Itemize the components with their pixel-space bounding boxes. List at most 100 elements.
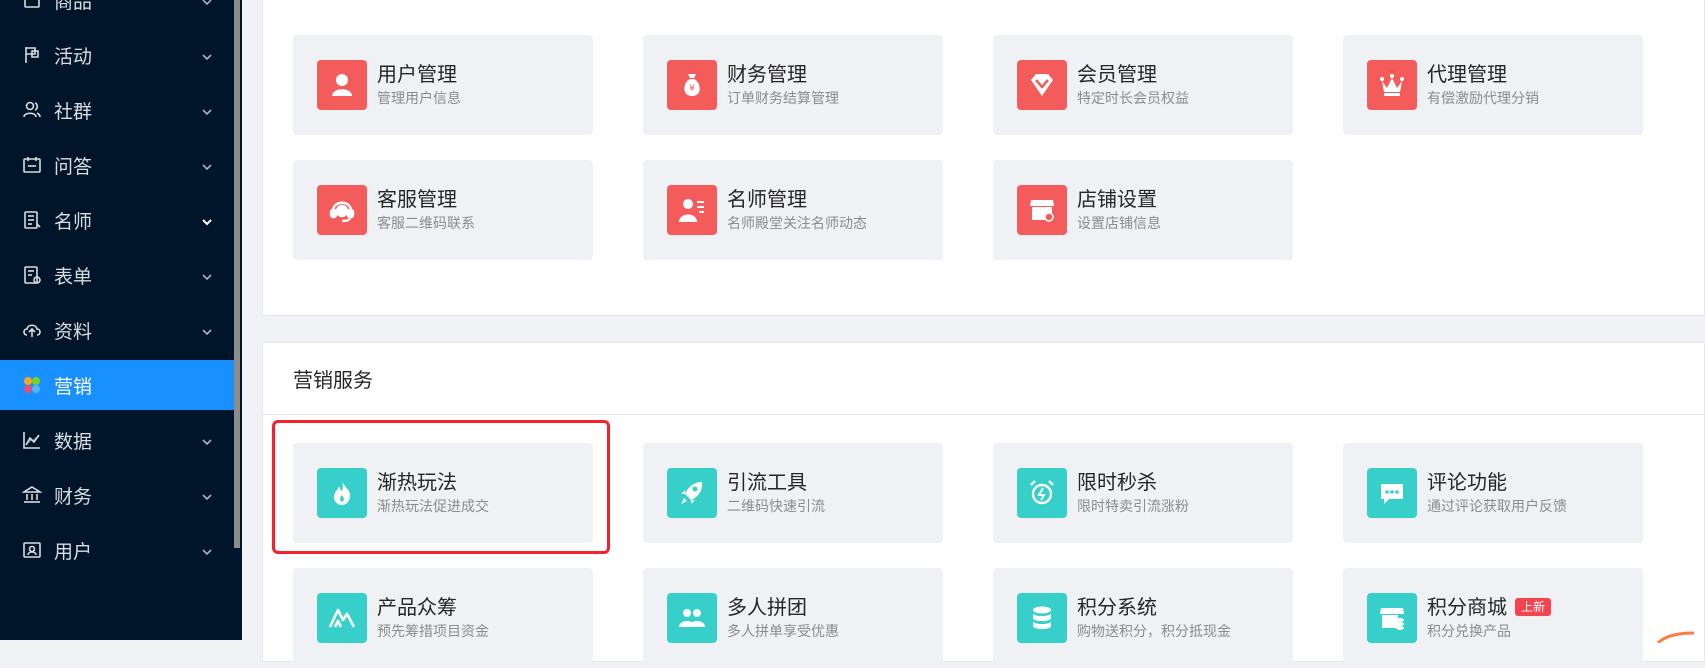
chevron-down-icon bbox=[200, 542, 214, 556]
users-icon bbox=[22, 100, 42, 120]
sidebar-item-finance[interactable]: 财务 bbox=[0, 470, 234, 520]
card-crowdfunding[interactable]: 产品众筹 预先筹措项目资金 bbox=[293, 568, 593, 668]
card-customer-service[interactable]: 客服管理 客服二维码联系 bbox=[293, 160, 593, 260]
card-subtitle: 多人拼单享受优惠 bbox=[727, 624, 839, 640]
card-traffic-tools[interactable]: 引流工具 二维码快速引流 bbox=[643, 443, 943, 543]
sidebar-item-label: 数据 bbox=[54, 430, 93, 453]
card-subtitle: 二维码快速引流 bbox=[727, 499, 825, 515]
card-group-buy[interactable]: 多人拼团 多人拼单享受优惠 bbox=[643, 568, 943, 668]
corner-decoration bbox=[1656, 628, 1696, 645]
sidebar-item-label: 商品 bbox=[54, 0, 93, 13]
money-bag-icon: ¥ bbox=[667, 60, 717, 110]
sidebar-item-qa[interactable]: 问答 bbox=[0, 140, 234, 190]
user-card-icon bbox=[22, 540, 42, 560]
card-title: 店铺设置 bbox=[1077, 187, 1157, 211]
product-icon bbox=[22, 0, 42, 10]
card-title: 客服管理 bbox=[377, 187, 457, 211]
sidebar-item-label: 资料 bbox=[54, 320, 93, 343]
sidebar-item-users[interactable]: 用户 bbox=[0, 525, 234, 575]
sidebar-item-label: 财务 bbox=[54, 485, 93, 508]
form-icon bbox=[22, 265, 42, 285]
diamond-icon bbox=[1017, 60, 1067, 110]
card-teacher-management[interactable]: 名师管理 名师殿堂关注名师动态 bbox=[643, 160, 943, 260]
card-subtitle: 有偿激励代理分销 bbox=[1427, 91, 1539, 107]
bank-icon bbox=[22, 485, 42, 505]
flag-icon bbox=[22, 45, 42, 65]
teacher-doc-icon bbox=[22, 210, 42, 230]
highlight-annotation bbox=[272, 420, 610, 554]
card-title: 引流工具 bbox=[727, 470, 807, 494]
chevron-down-icon bbox=[200, 0, 214, 6]
new-badge: 上新 bbox=[1515, 598, 1552, 616]
shop-settings-icon bbox=[1017, 185, 1067, 235]
chevron-down-icon bbox=[200, 432, 214, 446]
card-subtitle: 设置店铺信息 bbox=[1077, 216, 1161, 232]
sidebar-item-teacher[interactable]: 名师 bbox=[0, 195, 234, 245]
card-member-management[interactable]: 会员管理 特定时长会员权益 bbox=[993, 35, 1293, 135]
card-user-management[interactable]: 用户管理 管理用户信息 bbox=[293, 35, 593, 135]
coins-icon bbox=[1017, 593, 1067, 643]
card-subtitle: 预先筹措项目资金 bbox=[377, 624, 489, 640]
sidebar-item-product[interactable]: 商品 bbox=[0, 0, 234, 25]
section-title: 营销服务 bbox=[263, 343, 1704, 415]
sidebar-item-activity[interactable]: 活动 bbox=[0, 30, 234, 80]
chevron-down-icon bbox=[200, 47, 214, 61]
card-title: 限时秒杀 bbox=[1077, 470, 1157, 494]
card-shop-settings[interactable]: 店铺设置 设置店铺信息 bbox=[993, 160, 1293, 260]
apps-colorful-icon bbox=[22, 375, 42, 395]
card-subtitle: 客服二维码联系 bbox=[377, 216, 475, 232]
rocket-icon bbox=[667, 468, 717, 518]
alarm-clock-icon bbox=[1017, 468, 1067, 518]
user-icon bbox=[317, 60, 367, 110]
card-points-mall[interactable]: 积分商城 上新 积分兑换产品 bbox=[1343, 568, 1643, 668]
sidebar-item-label: 活动 bbox=[54, 45, 93, 68]
card-subtitle: 管理用户信息 bbox=[377, 91, 461, 107]
card-comments[interactable]: 评论功能 通过评论获取用户反馈 bbox=[1343, 443, 1643, 543]
card-title: 产品众筹 bbox=[377, 595, 457, 619]
card-title: 积分系统 bbox=[1077, 595, 1157, 619]
sidebar-item-label: 名师 bbox=[54, 210, 93, 233]
card-agent-management[interactable]: 代理管理 有偿激励代理分销 bbox=[1343, 35, 1643, 135]
card-title: 用户管理 bbox=[377, 62, 457, 86]
sidebar-item-marketing[interactable]: 营销 bbox=[0, 360, 234, 410]
chart-icon bbox=[22, 430, 42, 450]
sidebar-item-community[interactable]: 社群 bbox=[0, 85, 234, 135]
card-title: 代理管理 bbox=[1427, 62, 1507, 86]
chevron-down-icon bbox=[200, 487, 214, 501]
chevron-down-icon bbox=[200, 157, 214, 171]
group-icon bbox=[667, 593, 717, 643]
card-finance-management[interactable]: ¥ 财务管理 订单财务结算管理 bbox=[643, 35, 943, 135]
cloud-upload-icon bbox=[22, 320, 42, 340]
sidebar-item-label: 社群 bbox=[54, 100, 93, 123]
card-title: 名师管理 bbox=[727, 187, 807, 211]
card-title: 评论功能 bbox=[1427, 470, 1507, 494]
card-subtitle: 购物送积分，积分抵现金 bbox=[1077, 624, 1231, 640]
sidebar-item-form[interactable]: 表单 bbox=[0, 250, 234, 300]
sidebar-item-label: 营销 bbox=[54, 375, 93, 398]
sidebar-item-label: 用户 bbox=[54, 540, 93, 563]
card-subtitle: 特定时长会员权益 bbox=[1077, 91, 1189, 107]
crowdfunding-icon bbox=[317, 593, 367, 643]
card-subtitle: 通过评论获取用户反馈 bbox=[1427, 499, 1567, 515]
teacher-icon bbox=[667, 185, 717, 235]
crown-icon bbox=[1367, 60, 1417, 110]
card-subtitle: 订单财务结算管理 bbox=[727, 91, 839, 107]
comment-icon bbox=[1367, 468, 1417, 518]
chevron-down-icon bbox=[200, 212, 214, 226]
sidebar-item-data[interactable]: 数据 bbox=[0, 415, 234, 465]
card-title: 积分商城 上新 bbox=[1427, 594, 1552, 620]
chevron-down-icon bbox=[200, 267, 214, 281]
sidebar-scrollbar[interactable] bbox=[234, 0, 240, 548]
card-title: 多人拼团 bbox=[727, 595, 807, 619]
sidebar-item-label: 问答 bbox=[54, 155, 93, 178]
card-subtitle: 积分兑换产品 bbox=[1427, 624, 1511, 640]
points-shop-icon bbox=[1367, 593, 1417, 643]
svg-text:¥: ¥ bbox=[689, 84, 695, 94]
card-flash-sale[interactable]: 限时秒杀 限时特卖引流涨粉 bbox=[993, 443, 1293, 543]
calendar-chat-icon bbox=[22, 155, 42, 175]
sidebar-item-materials[interactable]: 资料 bbox=[0, 305, 234, 355]
card-points-system[interactable]: 积分系统 购物送积分，积分抵现金 bbox=[993, 568, 1293, 668]
management-panel: 用户管理 管理用户信息 ¥ 财务管理 订单财务结算管理 会员管理 特定时长会员权… bbox=[262, 0, 1705, 316]
card-subtitle: 限时特卖引流涨粉 bbox=[1077, 499, 1189, 515]
headset-icon bbox=[317, 185, 367, 235]
